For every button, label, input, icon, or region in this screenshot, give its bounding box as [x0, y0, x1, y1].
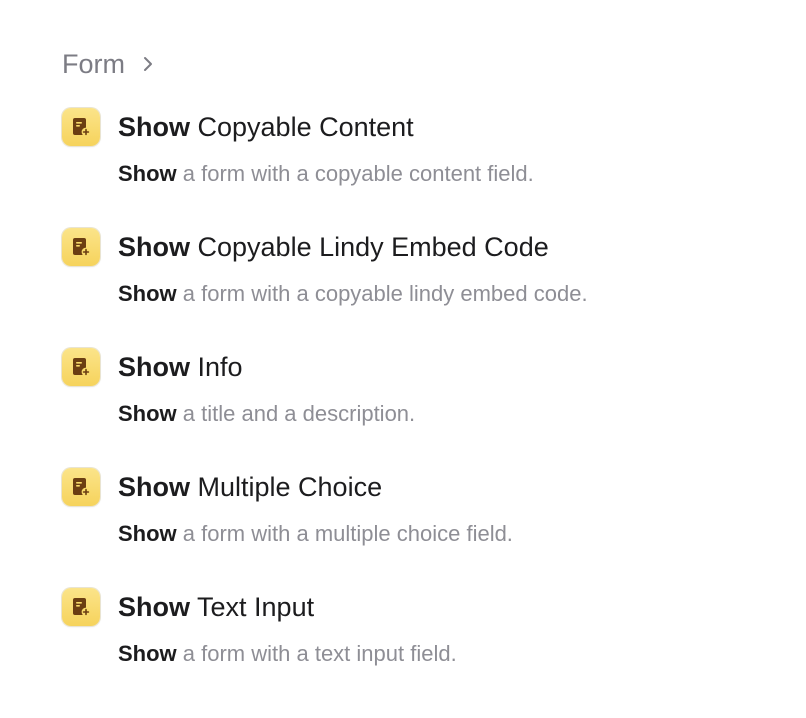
chevron-right-icon: [144, 57, 152, 71]
action-title-rest: Info: [190, 352, 243, 382]
action-title: Show Multiple Choice: [118, 468, 382, 506]
action-description: Show a title and a description.: [118, 399, 415, 429]
action-description: Show a form with a copyable content fiel…: [118, 159, 534, 189]
action-item-show-info[interactable]: Show Info Show a title and a description…: [62, 344, 782, 464]
form-add-icon: [62, 108, 100, 146]
action-item-show-multiple-choice[interactable]: Show Multiple Choice Show a form with a …: [62, 464, 782, 584]
action-desc-rest: a form with a copyable content field.: [176, 161, 534, 186]
action-desc-verb: Show: [118, 521, 177, 546]
action-desc-verb: Show: [118, 281, 177, 306]
action-title-rest: Copyable Lindy Embed Code: [190, 232, 549, 262]
action-desc-verb: Show: [118, 401, 177, 426]
action-title-verb: Show: [118, 592, 190, 622]
action-description: Show a form with a multiple choice field…: [118, 519, 513, 549]
action-desc-rest: a title and a description.: [176, 401, 416, 426]
action-title-rest: Text Input: [190, 592, 315, 622]
action-title-verb: Show: [118, 232, 190, 262]
action-title: Show Text Input: [118, 588, 314, 626]
form-add-icon: [62, 228, 100, 266]
action-title: Show Copyable Content: [118, 108, 414, 146]
action-title: Show Copyable Lindy Embed Code: [118, 228, 549, 266]
breadcrumb-form[interactable]: Form: [62, 44, 157, 84]
action-item-show-copyable-content[interactable]: Show Copyable Content Show a form with a…: [62, 104, 782, 224]
form-add-icon: [62, 348, 100, 386]
form-add-icon: [62, 468, 100, 506]
action-title: Show Info: [118, 348, 243, 386]
action-list: Show Copyable Content Show a form with a…: [62, 104, 782, 704]
breadcrumb-label: Form: [62, 49, 125, 79]
action-description: Show a form with a text input field.: [118, 639, 457, 669]
action-title-verb: Show: [118, 472, 190, 502]
action-title-verb: Show: [118, 352, 190, 382]
action-desc-verb: Show: [118, 161, 177, 186]
action-item-show-text-input[interactable]: Show Text Input Show a form with a text …: [62, 584, 782, 704]
action-desc-rest: a form with a text input field.: [176, 641, 457, 666]
action-desc-rest: a form with a copyable lindy embed code.: [176, 281, 588, 306]
action-item-show-copyable-lindy-embed-code[interactable]: Show Copyable Lindy Embed Code Show a fo…: [62, 224, 782, 344]
action-title-rest: Multiple Choice: [190, 472, 383, 502]
action-title-verb: Show: [118, 112, 190, 142]
action-desc-rest: a form with a multiple choice field.: [176, 521, 513, 546]
form-add-icon: [62, 588, 100, 626]
action-title-rest: Copyable Content: [190, 112, 414, 142]
action-description: Show a form with a copyable lindy embed …: [118, 279, 588, 309]
action-desc-verb: Show: [118, 641, 177, 666]
